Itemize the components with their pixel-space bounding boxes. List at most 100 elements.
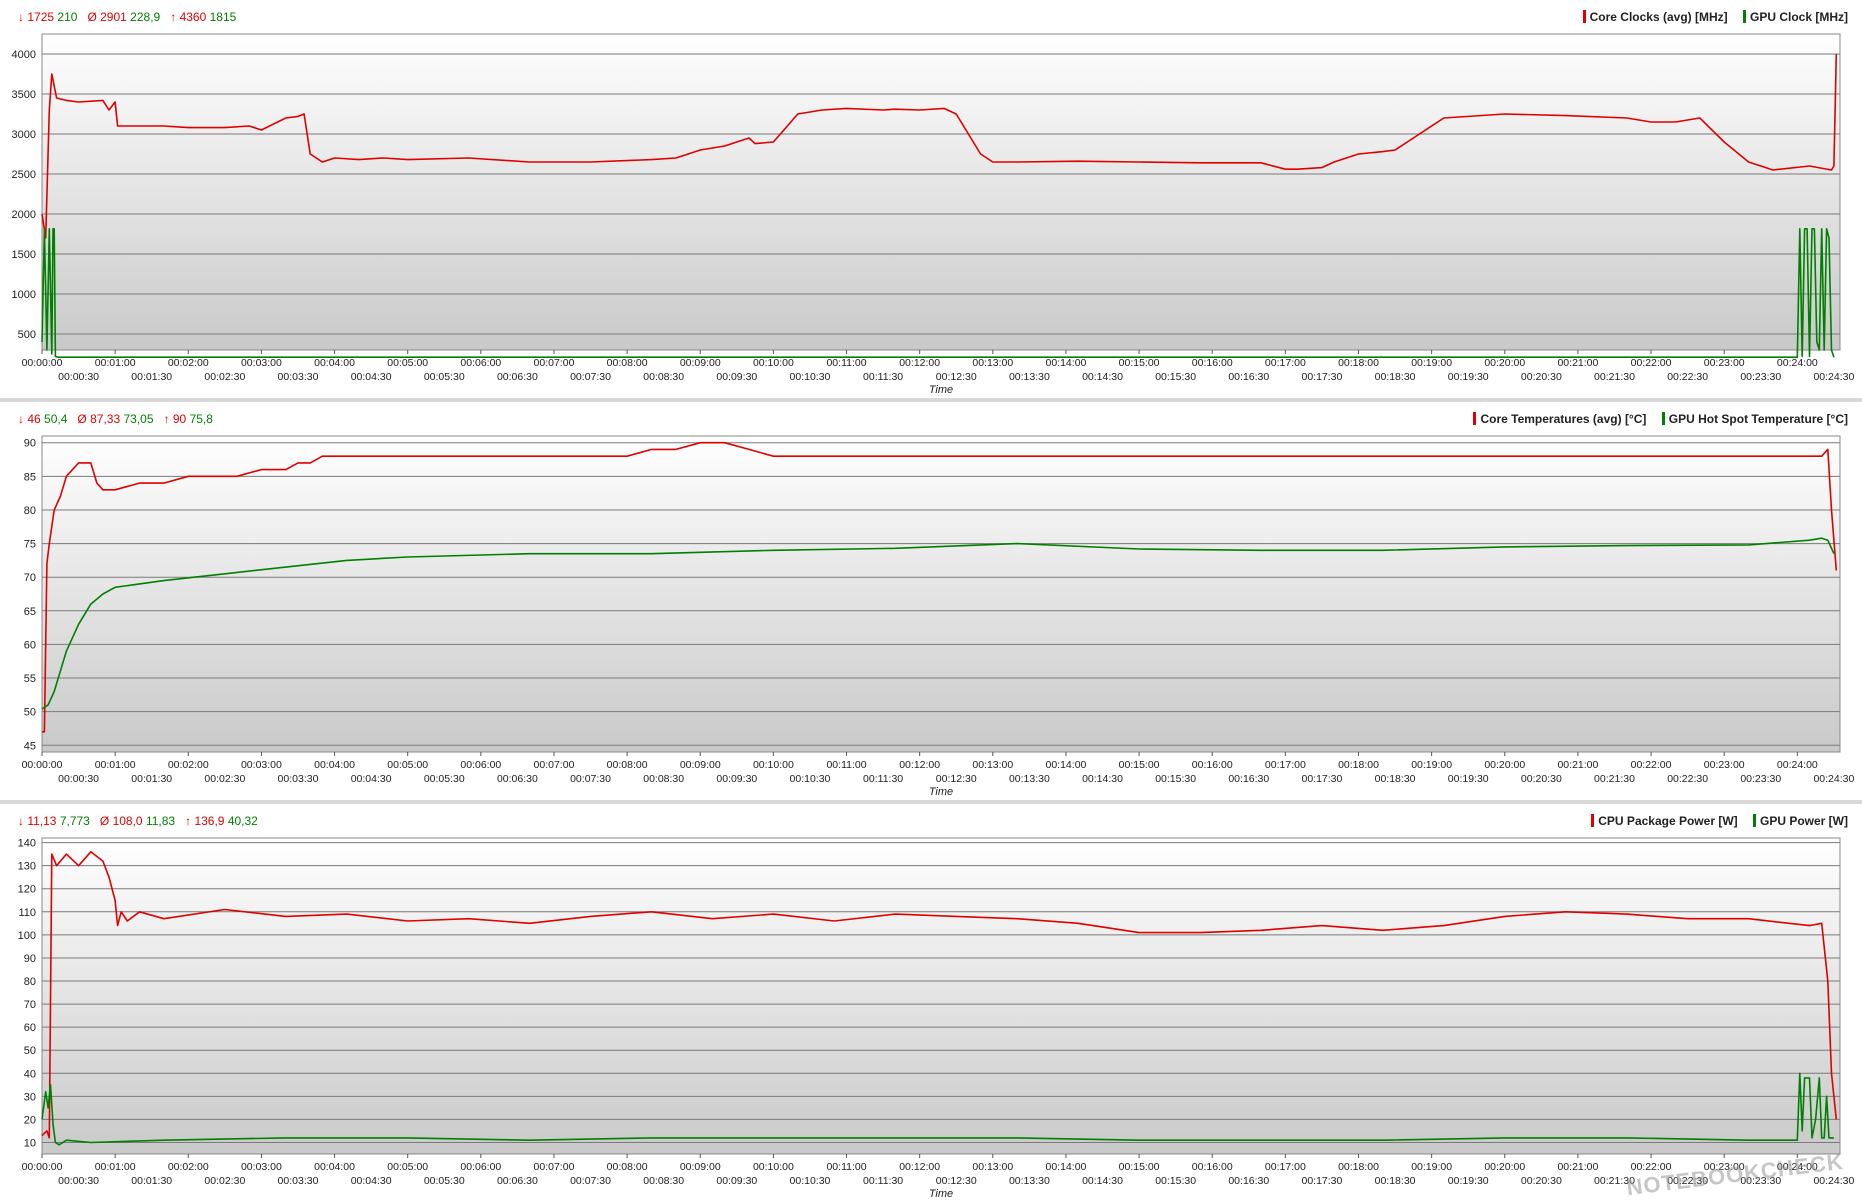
x-tick-label: 00:14:30 [1082,773,1123,785]
x-tick-label: 00:04:00 [314,357,355,369]
x-tick-label: 00:09:00 [680,357,721,369]
x-tick-label: 00:06:00 [460,759,501,771]
y-tick-label: 140 [18,838,36,850]
x-tick-label: 00:12:00 [899,357,940,369]
x-tick-label: 00:22:30 [1667,773,1708,785]
x-tick-label: 00:02:00 [168,357,209,369]
x-tick-label: 00:17:00 [1265,357,1306,369]
x-tick-label: 00:08:30 [643,1175,684,1187]
x-tick-label: 00:04:30 [351,773,392,785]
x-tick-label: 00:03:00 [241,759,282,771]
x-tick-label: 00:04:30 [351,1175,392,1187]
x-tick-label: 00:19:00 [1411,357,1452,369]
x-tick-label: 00:08:00 [607,357,648,369]
x-tick-label: 00:16:00 [1192,357,1233,369]
x-tick-label: 00:10:00 [753,759,794,771]
y-tick-label: 2000 [12,209,36,221]
x-tick-label: 00:11:00 [826,357,866,369]
x-tick-label: 00:15:00 [1119,357,1160,369]
x-tick-label: 00:19:00 [1411,1161,1452,1173]
x-tick-label: 00:00:30 [58,773,99,785]
x-tick-label: 00:18:00 [1338,1161,1379,1173]
y-tick-label: 40 [24,1068,36,1080]
x-tick-label: 00:00:00 [22,357,63,369]
x-tick-label: 00:20:00 [1484,759,1525,771]
chart-panel-power: ↓ 11,13 7,773 Ø 108,0 11,83 ↑ 136,9 40,3… [0,804,1862,1202]
x-tick-label: 00:11:00 [826,759,866,771]
x-tick-label: 00:13:00 [972,357,1013,369]
x-tick-label: 00:17:30 [1301,1175,1342,1187]
y-tick-label: 120 [18,884,36,896]
x-tick-label: 00:17:30 [1301,371,1342,383]
x-tick-label: 00:08:00 [607,1161,648,1173]
x-tick-label: 00:10:00 [753,1161,794,1173]
y-tick-label: 45 [24,740,36,752]
x-tick-label: 00:13:30 [1009,371,1050,383]
x-axis-label: Time [929,384,953,396]
x-tick-label: 00:07:30 [570,773,611,785]
x-tick-label: 00:06:00 [460,1161,501,1173]
y-tick-label: 1000 [12,289,36,301]
x-axis-label: Time [929,786,953,798]
x-tick-label: 00:05:00 [387,759,428,771]
x-tick-label: 00:00:00 [22,759,63,771]
y-tick-label: 70 [24,572,36,584]
y-tick-label: 10 [24,1137,36,1149]
x-tick-label: 00:01:30 [131,371,172,383]
x-tick-label: 00:08:30 [643,773,684,785]
x-tick-label: 00:11:30 [863,773,903,785]
x-tick-label: 00:20:30 [1521,773,1562,785]
y-tick-label: 30 [24,1091,36,1103]
y-tick-label: 60 [24,1022,36,1034]
y-tick-label: 50 [24,707,36,719]
x-tick-label: 00:21:00 [1557,759,1598,771]
plot-area [41,33,1841,351]
x-tick-label: 00:03:00 [241,357,282,369]
y-tick-label: 65 [24,606,36,618]
x-tick-label: 00:03:30 [278,773,319,785]
y-tick-label: 50 [24,1045,36,1057]
x-tick-label: 00:14:00 [1046,357,1087,369]
y-tick-label: 1500 [12,249,36,261]
x-tick-label: 00:20:00 [1484,1161,1525,1173]
x-tick-label: 00:05:30 [424,1175,465,1187]
x-tick-label: 00:20:30 [1521,371,1562,383]
x-tick-label: 00:10:30 [790,1175,831,1187]
x-tick-label: 00:18:00 [1338,759,1379,771]
x-tick-label: 00:05:00 [387,1161,428,1173]
y-tick-label: 90 [24,953,36,965]
x-tick-label: 00:18:30 [1375,1175,1416,1187]
x-tick-label: 00:01:30 [131,1175,172,1187]
x-tick-label: 00:04:00 [314,1161,355,1173]
x-tick-label: 00:06:00 [460,357,501,369]
x-tick-label: 00:04:00 [314,759,355,771]
x-tick-label: 00:00:30 [58,1175,99,1187]
x-tick-label: 00:16:30 [1228,773,1269,785]
x-tick-label: 00:21:30 [1594,371,1635,383]
y-tick-label: 500 [18,329,36,341]
x-tick-label: 00:18:30 [1375,371,1416,383]
x-tick-label: 00:17:30 [1301,773,1342,785]
x-tick-label: 00:09:30 [716,1175,757,1187]
y-tick-label: 4000 [12,49,36,61]
x-tick-label: 00:07:00 [534,1161,575,1173]
x-tick-label: 00:05:00 [387,357,428,369]
x-tick-label: 00:14:00 [1046,759,1087,771]
temperatures-plot: 45 50 55 60 65 70 75 80 85 90 00:00:00 00:01:00 00:0… [22,435,1855,798]
x-tick-label: 00:11:30 [863,1175,903,1187]
y-tick-label: 90 [24,438,36,450]
x-tick-label: 00:20:00 [1484,357,1525,369]
x-tick-label: 00:09:30 [716,371,757,383]
x-tick-label: 00:02:30 [204,1175,245,1187]
y-tick-label: 85 [24,471,36,483]
x-tick-label: 00:10:30 [790,773,831,785]
x-tick-label: 00:08:00 [607,759,648,771]
power-plot: 10 20 30 40 50 60 70 80 90 100 110 120 130 140 00:00:0… [18,837,1855,1200]
x-tick-label: 00:00:00 [22,1161,63,1173]
x-tick-label: 00:09:00 [680,759,721,771]
x-tick-label: 00:10:30 [790,371,831,383]
x-tick-label: 00:05:30 [424,371,465,383]
chart-panel-clocks: ↓ 1725 210 Ø 2901 228,9 ↑ 4360 1815 Core… [0,0,1862,398]
x-tick-label: 00:04:30 [351,371,392,383]
x-tick-label: 00:12:30 [936,773,977,785]
